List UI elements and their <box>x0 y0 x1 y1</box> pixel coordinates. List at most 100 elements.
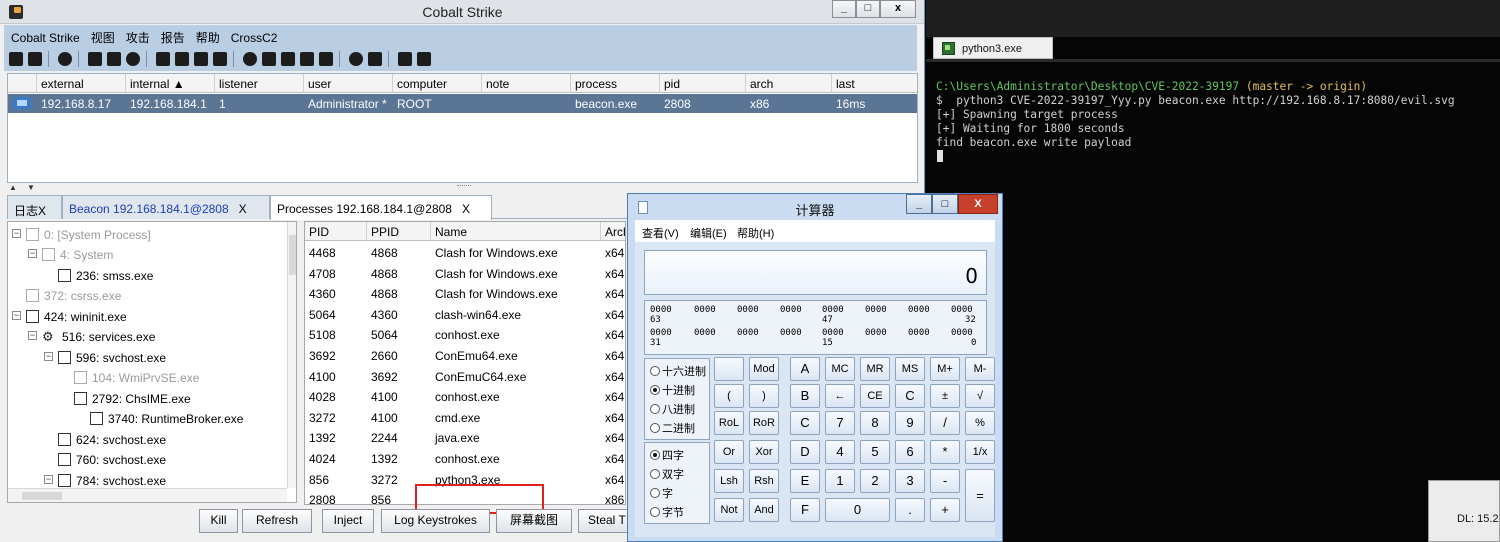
scroll-thumb[interactable] <box>289 235 296 275</box>
column-header-pid[interactable]: PID <box>305 222 367 241</box>
menu-view[interactable]: 视图 <box>84 25 119 46</box>
collapse-down-icon[interactable]: ▼ <box>27 183 35 192</box>
log-keystrokes-button[interactable]: Log Keystrokes <box>381 509 490 533</box>
radio-bin[interactable]: 二进制 <box>650 420 695 436</box>
open-paren-key[interactable]: ( <box>714 384 744 408</box>
radio-byte[interactable]: 字节 <box>650 504 684 520</box>
process-row[interactable]: 1392 2244 java.exe x64 <box>305 427 625 447</box>
eight-key[interactable]: 8 <box>860 411 890 435</box>
process-row[interactable]: 3692 2660 ConEmu64.exe x64 <box>305 345 625 365</box>
inject-button[interactable]: Inject <box>322 509 374 533</box>
zero-key[interactable]: 0 <box>825 498 890 522</box>
menu-attacks[interactable]: 攻击 <box>119 25 154 46</box>
collapse-icon[interactable]: − <box>28 249 37 258</box>
plus-minus-key[interactable]: ± <box>930 384 960 408</box>
not-key[interactable]: Not <box>714 498 744 522</box>
tree-vertical-scrollbar[interactable] <box>287 222 296 488</box>
process-row[interactable]: 4360 4868 Clash for Windows.exe x64 <box>305 283 625 303</box>
console-icon[interactable] <box>300 52 314 66</box>
six-key[interactable]: 6 <box>895 440 925 464</box>
column-header-icon[interactable] <box>8 74 37 93</box>
radio-dword[interactable]: 双字 <box>650 466 684 482</box>
column-header-last[interactable]: last <box>832 74 917 93</box>
one-key[interactable]: 1 <box>825 469 855 493</box>
radio-oct[interactable]: 八进制 <box>650 401 695 417</box>
splitter-grip-icon[interactable] <box>457 185 471 187</box>
mr-key[interactable]: MR <box>860 357 890 381</box>
collapse-icon[interactable]: − <box>12 311 21 320</box>
keystrokes-icon[interactable] <box>194 52 208 66</box>
backspace-key[interactable]: ← <box>825 384 855 408</box>
calculator-maximize-button[interactable]: □ <box>932 194 958 214</box>
radio-dec[interactable]: 十进制 <box>650 382 695 398</box>
c-key[interactable]: C <box>790 411 820 435</box>
multiply-key[interactable]: * <box>930 440 960 464</box>
new-connection-icon[interactable] <box>9 52 23 66</box>
tab-event-log[interactable]: 日志X <box>7 195 62 219</box>
equals-key[interactable]: = <box>965 469 995 522</box>
process-row[interactable]: 5108 5064 conhost.exe x64 <box>305 324 625 344</box>
five-key[interactable]: 5 <box>860 440 890 464</box>
calculator-minimize-button[interactable]: _ <box>906 194 932 214</box>
column-header-arch[interactable]: Arch <box>601 222 625 241</box>
column-header-note[interactable]: note <box>482 74 571 93</box>
screenshot-button[interactable]: 屏幕截图 <box>496 509 572 533</box>
close-tab-icon[interactable]: X <box>239 202 247 216</box>
close-paren-key[interactable]: ) <box>749 384 779 408</box>
divide-key[interactable]: / <box>930 411 960 435</box>
column-header-name[interactable]: Name <box>431 222 601 241</box>
column-header-ppid[interactable]: PPID <box>367 222 431 241</box>
four-key[interactable]: 4 <box>825 440 855 464</box>
tree-horizontal-scrollbar[interactable] <box>8 488 287 502</box>
e-key[interactable]: E <box>790 469 820 493</box>
and-key[interactable]: And <box>749 498 779 522</box>
ror-key[interactable]: RoR <box>749 411 779 435</box>
credentials-icon[interactable] <box>156 52 170 66</box>
mod-key[interactable]: Mod <box>749 357 779 381</box>
session-table-icon[interactable] <box>107 52 121 66</box>
radio-hex[interactable]: 十六进制 <box>650 363 706 379</box>
column-header-pid[interactable]: pid <box>660 74 746 93</box>
steal-token-button[interactable]: Steal T <box>578 509 628 533</box>
two-key[interactable]: 2 <box>860 469 890 493</box>
column-header-computer[interactable]: computer <box>393 74 482 93</box>
targets-icon[interactable] <box>126 52 140 66</box>
disconnect-icon[interactable] <box>28 52 42 66</box>
column-header-arch[interactable]: arch <box>746 74 832 93</box>
close-button[interactable]: x <box>880 0 916 18</box>
seven-key[interactable]: 7 <box>825 411 855 435</box>
m-plus-key[interactable]: M+ <box>930 357 960 381</box>
process-row[interactable]: 4028 4100 conhost.exe x64 <box>305 386 625 406</box>
column-header-user[interactable]: user <box>304 74 393 93</box>
lsh-key[interactable]: Lsh <box>714 469 744 493</box>
book-icon[interactable] <box>398 52 412 66</box>
reciprocal-key[interactable]: 1/x <box>965 440 995 464</box>
tab-processes[interactable]: Processes 192.168.184.1@2808 X <box>270 195 492 220</box>
refresh-button[interactable]: Refresh <box>242 509 312 533</box>
minus-key[interactable]: - <box>930 469 960 493</box>
document-icon[interactable] <box>281 52 295 66</box>
xor-key[interactable]: Xor <box>749 440 779 464</box>
downloads-icon[interactable] <box>175 52 189 66</box>
m-minus-key[interactable]: M- <box>965 357 995 381</box>
nine-key[interactable]: 9 <box>895 411 925 435</box>
mc-key[interactable]: MC <box>825 357 855 381</box>
link-icon[interactable] <box>349 52 363 66</box>
ce-key[interactable]: CE <box>860 384 890 408</box>
scroll-thumb[interactable] <box>22 492 62 500</box>
column-header-internal[interactable]: internal ▲ <box>126 74 215 93</box>
minimize-button[interactable]: _ <box>832 0 856 18</box>
tab-beacon[interactable]: Beacon 192.168.184.1@2808 X <box>62 195 270 219</box>
percent-key[interactable]: % <box>965 411 995 435</box>
collapse-icon[interactable]: − <box>12 229 21 238</box>
process-row[interactable]: 4708 4868 Clash for Windows.exe x64 <box>305 263 625 283</box>
package-icon[interactable] <box>319 52 333 66</box>
maximize-button[interactable]: □ <box>856 0 880 18</box>
screenshots-icon[interactable] <box>213 52 227 66</box>
pivot-graph-icon[interactable] <box>88 52 102 66</box>
process-row[interactable]: 3272 4100 cmd.exe x64 <box>305 407 625 427</box>
cloud-icon[interactable] <box>368 52 382 66</box>
column-header-listener[interactable]: listener <box>215 74 304 93</box>
radio-qword[interactable]: 四字 <box>650 447 684 463</box>
menu-help[interactable]: 帮助 <box>189 25 224 46</box>
